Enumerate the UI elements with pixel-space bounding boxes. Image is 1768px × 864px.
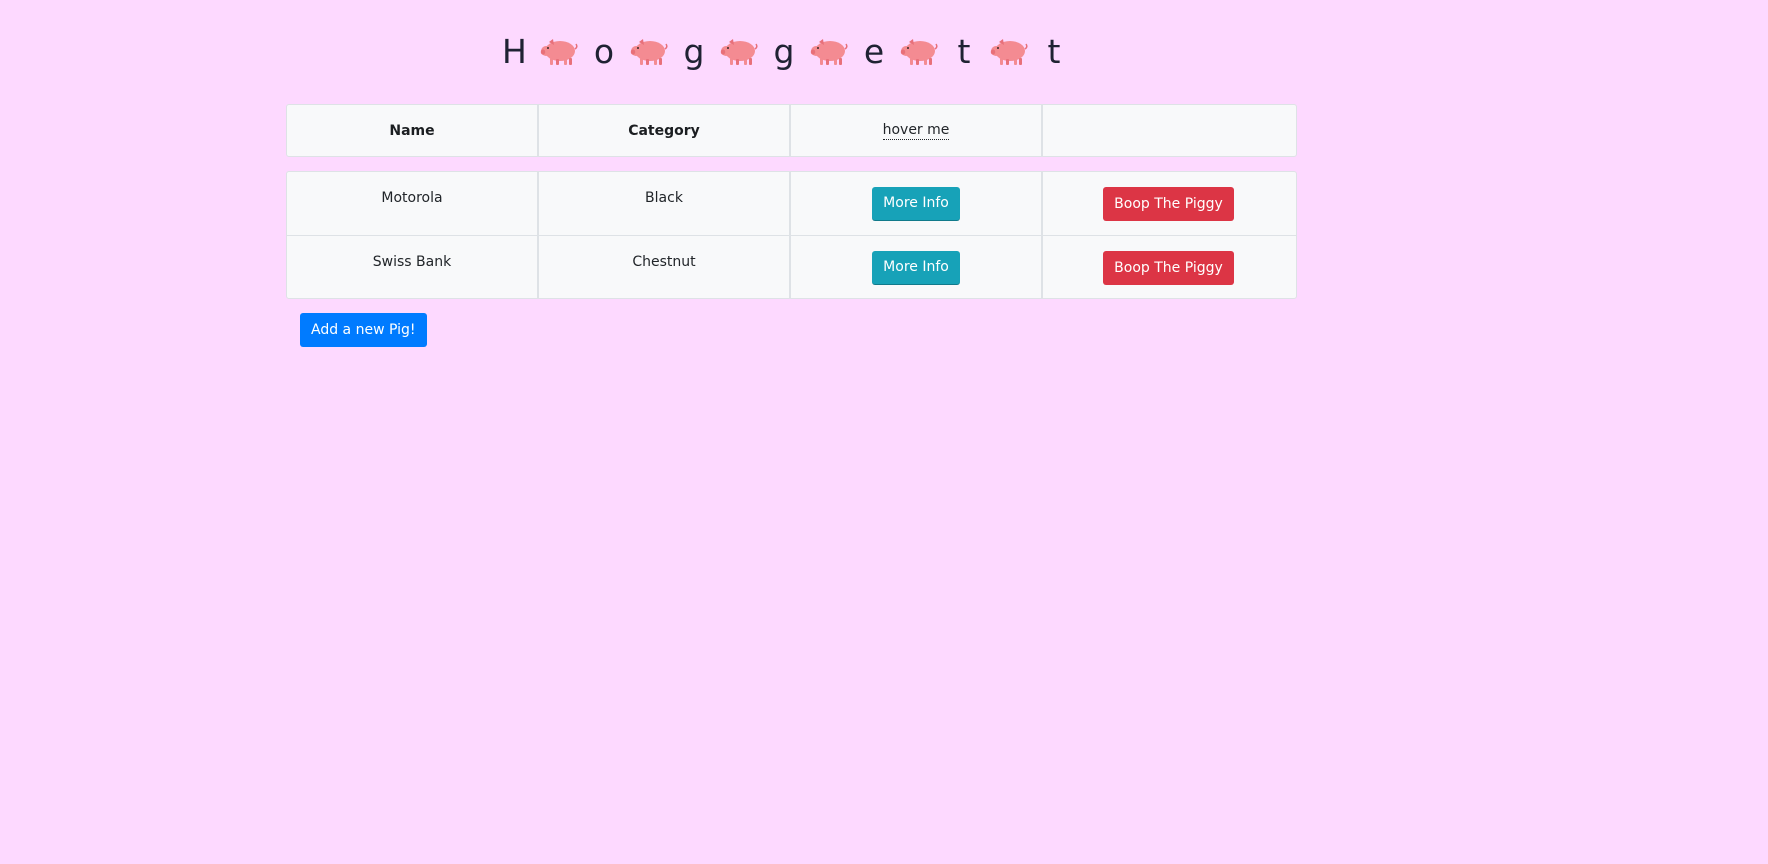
pig-category: Chestnut — [632, 254, 696, 270]
more-info-button[interactable]: More Info — [872, 186, 960, 221]
cell-boop: Boop The Piggy — [1043, 172, 1294, 235]
pig-icon — [886, 28, 952, 76]
pig-name: Motorola — [381, 190, 443, 206]
header-cell-empty — [1043, 105, 1294, 156]
add-new-pig-button[interactable]: Add a new Pig! — [300, 313, 427, 347]
title-letter: t — [1047, 32, 1061, 71]
table-body: Motorola Black More Info Boop The Piggy … — [286, 171, 1297, 299]
more-info-button[interactable]: More Info — [872, 250, 960, 285]
table-header: Name Category hover me — [286, 104, 1297, 157]
title-letter: g — [683, 32, 705, 71]
title-letter: H — [502, 32, 527, 71]
column-header-name: Name — [389, 122, 435, 139]
header-cell-hover: hover me — [791, 105, 1043, 156]
header-cell-category: Category — [539, 105, 791, 156]
pig-category: Black — [645, 190, 683, 206]
column-header-category: Category — [628, 122, 700, 139]
cell-info: More Info — [791, 172, 1043, 235]
pig-icon — [526, 28, 592, 76]
table-row: Motorola Black More Info Boop The Piggy — [287, 172, 1296, 235]
header-row: Name Category hover me — [287, 105, 1296, 156]
page: H o g g e t t Name Category hover me Mot… — [0, 0, 1568, 864]
pig-icon — [616, 28, 682, 76]
cell-category: Black — [539, 172, 791, 235]
cell-boop: Boop The Piggy — [1043, 236, 1294, 299]
boop-the-piggy-button[interactable]: Boop The Piggy — [1103, 250, 1234, 285]
cell-info: More Info — [791, 236, 1043, 299]
cell-name: Motorola — [287, 172, 539, 235]
cell-category: Chestnut — [539, 236, 791, 299]
pig-icon — [976, 28, 1042, 76]
pig-icon — [796, 28, 862, 76]
header-cell-name: Name — [287, 105, 539, 156]
hover-me-tooltip-trigger[interactable]: hover me — [882, 122, 950, 140]
title-letter: g — [773, 32, 795, 71]
table-row: Swiss Bank Chestnut More Info Boop The P… — [287, 235, 1296, 299]
cell-name: Swiss Bank — [287, 236, 539, 299]
title-letter: e — [863, 32, 885, 71]
title-letter: t — [957, 32, 971, 71]
pig-name: Swiss Bank — [372, 254, 452, 270]
title-letter: o — [593, 32, 615, 71]
pig-icon — [706, 28, 772, 76]
page-title: H o g g e t t — [0, 28, 1568, 76]
boop-the-piggy-button[interactable]: Boop The Piggy — [1103, 186, 1234, 221]
